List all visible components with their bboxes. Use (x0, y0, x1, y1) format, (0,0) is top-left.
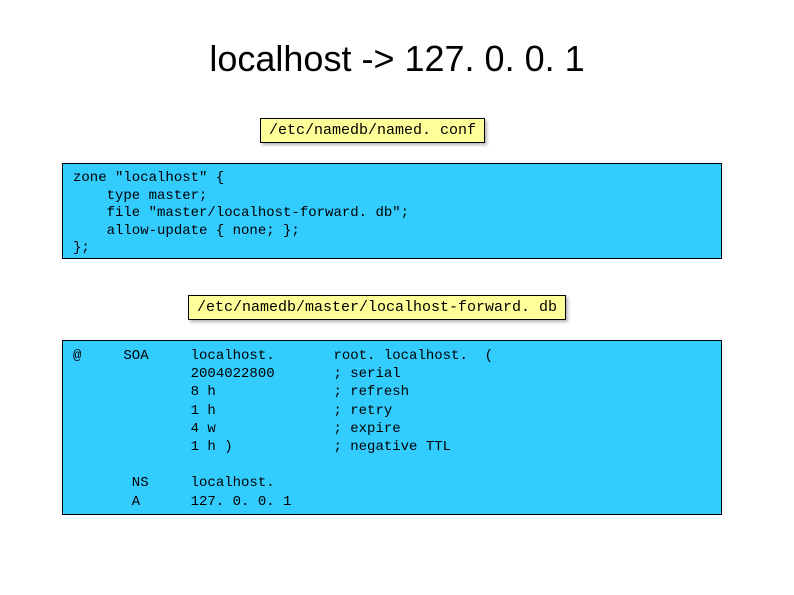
code-block-named-conf: zone "localhost" { type master; file "ma… (62, 163, 722, 259)
slide: localhost -> 127. 0. 0. 1 /etc/namedb/na… (0, 0, 794, 595)
file-label-named-conf: /etc/namedb/named. conf (260, 118, 485, 143)
slide-title: localhost -> 127. 0. 0. 1 (0, 38, 794, 80)
file-label-localhost-forward-db: /etc/namedb/master/localhost-forward. db (188, 295, 566, 320)
code-block-localhost-forward-db: @ SOA localhost. root. localhost. ( 2004… (62, 340, 722, 515)
